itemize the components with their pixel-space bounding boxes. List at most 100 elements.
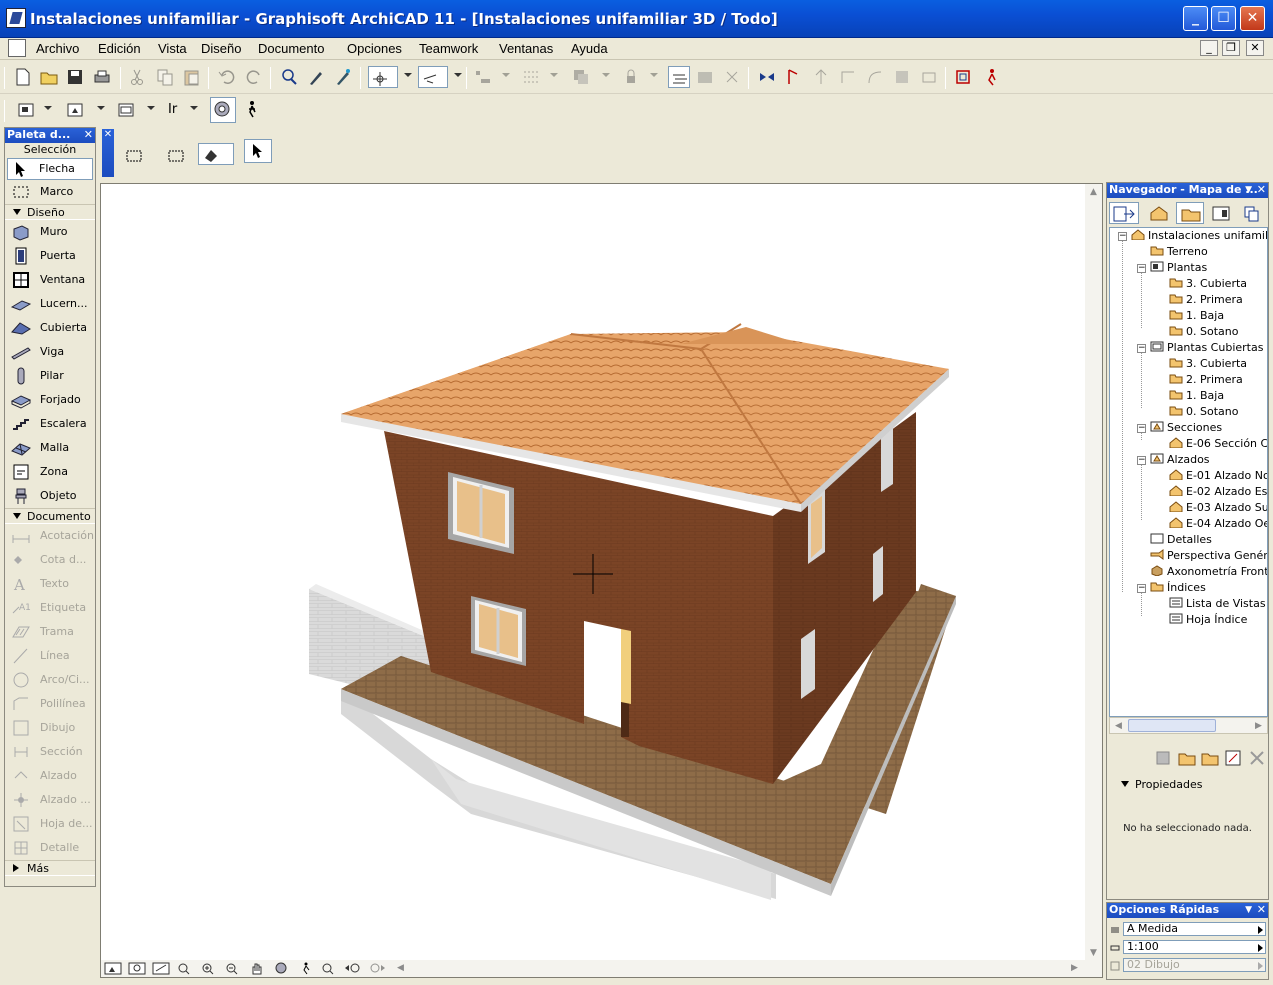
doc-close-button[interactable]: ✕: [1246, 40, 1264, 56]
publisher-sets-icon[interactable]: [1238, 202, 1266, 224]
tool-interior-elevation[interactable]: Alzado ...: [5, 788, 95, 812]
navigator-title-bar[interactable]: Navegador - Mapa de ... ▼ ✕: [1107, 183, 1268, 198]
scroll-left-icon[interactable]: ◀: [1110, 718, 1127, 735]
tool-beam[interactable]: Viga: [5, 340, 95, 364]
tool-drawing[interactable]: Dibujo: [5, 716, 95, 740]
tool-object[interactable]: Objeto: [5, 484, 95, 508]
tree-alzado-item[interactable]: E-02 Alzado Este: [1169, 484, 1267, 500]
floor-plan-view-icon[interactable]: [15, 99, 37, 121]
suspend-groups-icon[interactable]: [668, 66, 690, 88]
fit-in-window-icon[interactable]: [151, 961, 171, 976]
view-map-icon[interactable]: [1176, 202, 1204, 224]
3d-view-icon[interactable]: [64, 99, 86, 121]
tree-planta-item[interactable]: 3. Cubierta: [1169, 276, 1247, 292]
minimize-button[interactable]: _: [1183, 6, 1208, 31]
tree-planta-cubierta-item[interactable]: 2. Primera: [1169, 372, 1243, 388]
navigator-horizontal-scrollbar[interactable]: ◀ ▶: [1109, 717, 1268, 734]
scroll-right-icon[interactable]: ▶: [1250, 718, 1267, 735]
menu-ventanas[interactable]: Ventanas: [499, 41, 553, 56]
chevron-down-icon[interactable]: ▼: [1245, 903, 1252, 917]
adjust-icon[interactable]: [837, 66, 859, 88]
navigator-menu-icon[interactable]: [1109, 202, 1139, 224]
zoom-in-icon[interactable]: [199, 961, 219, 976]
tool-section[interactable]: Sección: [5, 740, 95, 764]
pen-set-select[interactable]: 02 Dibujo: [1123, 958, 1266, 972]
tool-label[interactable]: A1 Etiqueta: [5, 596, 95, 620]
maximize-button[interactable]: ☐: [1211, 6, 1236, 31]
vertical-scrollbar[interactable]: ▲ ▼: [1085, 184, 1102, 962]
menu-vista[interactable]: Vista: [158, 41, 187, 56]
tree-plantas[interactable]: Plantas: [1150, 260, 1207, 276]
cut-icon[interactable]: [126, 66, 148, 88]
display-order-icon[interactable]: [570, 66, 592, 88]
tool-zone[interactable]: Zona: [5, 460, 95, 484]
zoom-level-icon[interactable]: [175, 961, 195, 976]
tree-planta-item[interactable]: 0. Sotano: [1169, 324, 1238, 340]
tool-level-dimension[interactable]: Cota d...: [5, 548, 95, 572]
tree-indice-item[interactable]: Lista de Vistas: [1169, 596, 1266, 612]
tool-line[interactable]: Línea: [5, 644, 95, 668]
elevate-icon[interactable]: [810, 66, 832, 88]
tree-terreno[interactable]: Terreno: [1150, 244, 1208, 260]
selection-method-icon[interactable]: [124, 145, 150, 167]
tree-seccion-item[interactable]: E-06 Sección Co: [1169, 436, 1267, 452]
menu-ayuda[interactable]: Ayuda: [571, 41, 608, 56]
tool-column[interactable]: Pilar: [5, 364, 95, 388]
expand-secciones[interactable]: −: [1137, 424, 1146, 433]
print-icon[interactable]: [91, 66, 113, 88]
view-settings-icon[interactable]: [1223, 748, 1243, 768]
ungroup-icon[interactable]: [721, 66, 743, 88]
tree-secciones[interactable]: Secciones: [1150, 420, 1222, 436]
split-icon[interactable]: [891, 66, 913, 88]
arrow-selection-icon[interactable]: [244, 139, 272, 163]
tool-fill[interactable]: Trama: [5, 620, 95, 644]
tool-mesh[interactable]: Malla: [5, 436, 95, 460]
inject-parameters-icon[interactable]: [332, 66, 354, 88]
new-folder-icon[interactable]: [1177, 748, 1197, 768]
tool-text[interactable]: A Texto: [5, 572, 95, 596]
doc-minimize-button[interactable]: _: [1200, 40, 1218, 56]
navigator-close-icon[interactable]: ✕: [1257, 183, 1266, 197]
tool-arc-circle[interactable]: Arco/Ci...: [5, 668, 95, 692]
document-window-icon[interactable]: [8, 39, 26, 57]
scroll-left-icon[interactable]: ◀: [392, 960, 409, 977]
tree-indices[interactable]: Índices: [1150, 580, 1206, 596]
design-group-header[interactable]: Diseño: [5, 204, 95, 220]
tool-detail[interactable]: Detalle: [5, 836, 95, 860]
archicad-app-icon[interactable]: [6, 8, 26, 28]
menu-opciones[interactable]: Opciones: [347, 41, 402, 56]
tree-planta-cubierta-item[interactable]: 1. Baja: [1169, 388, 1224, 404]
tool-arrow[interactable]: Flecha: [7, 158, 93, 180]
distribute-icon[interactable]: [520, 66, 542, 88]
tool-skylight[interactable]: Lucern...: [5, 292, 95, 316]
3d-navigation-icon[interactable]: [210, 97, 236, 123]
magic-wand-icon[interactable]: [418, 66, 448, 88]
menu-documento[interactable]: Documento: [258, 41, 324, 56]
redo-icon[interactable]: [243, 66, 265, 88]
save-icon[interactable]: [64, 66, 86, 88]
project-map-icon[interactable]: [1145, 202, 1173, 224]
layout-book-icon[interactable]: [1207, 202, 1235, 224]
clone-folder-icon[interactable]: [1200, 748, 1220, 768]
tool-marquee[interactable]: Marco: [5, 180, 95, 204]
layer-settings-button[interactable]: Ir: [168, 99, 190, 121]
tree-alzado-item[interactable]: E-03 Alzado Sur: [1169, 500, 1267, 516]
zoom-window-icon[interactable]: [127, 961, 147, 976]
expand-plantas-cubiertas[interactable]: −: [1137, 344, 1146, 353]
align-icon[interactable]: [472, 66, 494, 88]
tree-perspectiva[interactable]: Perspectiva Genéric: [1150, 548, 1267, 564]
toolbox-close-icon[interactable]: ✕: [84, 128, 93, 142]
tree-detalles[interactable]: Detalles: [1150, 532, 1212, 548]
walk-mode-icon[interactable]: [240, 99, 262, 121]
close-button[interactable]: ✕: [1240, 6, 1265, 31]
tree-planta-cubierta-item[interactable]: 0. Sotano: [1169, 404, 1238, 420]
scale-select[interactable]: 1:100: [1123, 940, 1266, 954]
expand-indices[interactable]: −: [1137, 584, 1146, 593]
menu-edicion[interactable]: Edición: [98, 41, 141, 56]
tool-worksheet[interactable]: Hoja de...: [5, 812, 95, 836]
tree-alzados[interactable]: Alzados: [1150, 452, 1210, 468]
find-select-icon[interactable]: [278, 66, 300, 88]
layout-view-icon[interactable]: [115, 99, 137, 121]
previous-zoom-icon[interactable]: [343, 961, 363, 976]
tool-roof[interactable]: Cubierta: [5, 316, 95, 340]
